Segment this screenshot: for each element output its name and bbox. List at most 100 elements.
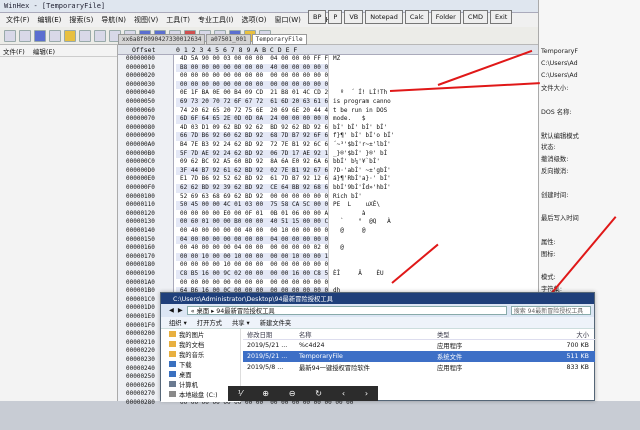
quick-button[interactable]: Folder [430,10,461,24]
offset-cell: 00000060 [126,106,155,114]
text-row[interactable] [333,279,391,288]
text-row[interactable]: is program canno [333,98,391,107]
text-row[interactable] [333,72,391,81]
text-row[interactable]: MZ [333,55,391,64]
text-row[interactable]: f}¶' bÍ' bÍ'o bÍ' [333,132,394,141]
file-tab[interactable]: TemporaryFile [251,34,307,45]
col-type[interactable]: 类型 [437,330,521,339]
image-viewer-toolbar: ⅟ ⊕ ⊖ ↻ ‹ › [228,386,378,401]
nav-item[interactable]: 我的音乐 [161,349,240,359]
left-file-menu[interactable]: 文件(F) [3,46,25,56]
back-arrow-icon[interactable]: ◀ [169,307,174,314]
text-row[interactable]: mode. $ [333,115,391,124]
text-row[interactable]: ´~³'$bÍ'r~±'lbÍ' [333,141,391,150]
file-row[interactable]: 2019/5/8 ... 最新94一键授权冒险软件 应用程序 833 KB [243,362,595,373]
text-row[interactable]: @ [333,244,391,253]
next-icon[interactable]: › [365,389,368,398]
explorer-toolbar: 组织 ▾ 打开方式 共享 ▾ 新建文件夹 [161,317,594,329]
offset-cell: 000000F0 [126,184,155,191]
nav-item-label: 我的图片 [179,331,205,339]
text-row[interactable]: PE L uXÊ\ [333,201,391,210]
quick-button[interactable]: BP [308,10,327,24]
nav-item-label: 计算机 [179,381,198,389]
print-icon[interactable] [49,29,61,42]
nav-item[interactable]: 我的文档 [161,339,240,349]
offset-cell: 00000090 [126,132,155,140]
offset-cell: 000001E0 [126,313,155,320]
rotate-icon[interactable]: ↻ [315,389,322,398]
directory-pane: 文件(F) 编辑(E) [0,45,118,401]
explorer-toolbar-button[interactable]: 新建文件夹 [260,318,291,327]
menu-item[interactable]: 工具(T) [162,15,194,25]
quick-button[interactable]: VB [344,10,364,24]
text-row[interactable]: _}®'$bÍ' }®' bÍ [333,150,387,159]
text-row[interactable] [333,64,391,73]
address-input[interactable]: « 桌面 ▸ 94最新冒险授权工具 [186,306,507,315]
nav-item[interactable]: 我的图片 [161,329,240,339]
search-input[interactable]: 搜索 94最新冒险授权工具 [510,306,591,315]
menu-item[interactable]: 专业工具(I) [194,15,238,25]
properties-icon[interactable] [64,29,76,42]
nav-item[interactable]: 桌面 [161,369,240,379]
quick-button[interactable]: Notepad [365,10,403,24]
offset-cell: 000000B0 [126,149,155,157]
actual-size-icon[interactable]: ⅟ [238,389,243,398]
menu-item[interactable]: 视图(V) [130,15,162,25]
save-icon[interactable] [34,29,46,42]
file-row[interactable]: 2019/5/21 ... %c4d24 应用程序 700 KB [243,340,595,351]
file-row[interactable]: 2019/5/21 ... TemporaryFile 系统文件 511 KB [243,351,595,362]
nav-item[interactable]: 下载 [161,359,240,369]
file-name: %c4d24 [299,342,325,349]
prev-icon[interactable]: ‹ [342,389,345,398]
col-size[interactable]: 大小 [521,330,595,339]
text-row[interactable]: t be run in DOS [333,107,391,116]
col-name[interactable]: 名称 [299,330,437,339]
text-row[interactable]: á}¶'RbÍ'a}·' bÍ' [333,175,391,184]
quick-button[interactable]: P [328,10,343,24]
file-tab[interactable]: xx6a8f0090427330012634 [118,34,206,45]
offset-cell: 000000E0 [126,175,155,183]
offset-cell: 00000080 [126,123,155,131]
menu-item[interactable]: 搜索(S) [65,15,97,25]
offset-cell: 00000220 [126,347,155,355]
text-row[interactable]: bbÍ' b¼'¥`bÍ' [333,158,380,167]
explorer-toolbar-button[interactable]: 组织 ▾ [169,318,187,327]
col-date[interactable]: 修改日期 [243,330,299,339]
menu-item[interactable]: 编辑(E) [34,15,66,25]
offset-cell: 00000100 [126,192,155,200]
text-row[interactable] [333,253,391,262]
menu-item[interactable]: 导航(N) [97,15,130,25]
menu-item[interactable]: 选项(O) [238,15,271,25]
text-row[interactable] [333,261,391,270]
forward-arrow-icon[interactable]: ▶ [178,307,183,314]
text-row[interactable]: Rich bÍ' [333,193,391,202]
text-row[interactable]: @ @ [333,227,398,236]
explorer-toolbar-button[interactable]: 共享 ▾ [232,318,250,327]
text-row[interactable] [333,236,391,245]
offset-cell: 00000070 [126,115,155,123]
search-placeholder: 搜索 94最新冒险授权工具 [513,308,584,315]
text-row[interactable]: º ´ Í! LÍ!Th [333,89,387,98]
quick-button[interactable]: Calc [404,10,429,24]
left-edit-menu[interactable]: 编辑(E) [33,46,55,56]
file-tab[interactable]: a07501_001 [206,34,251,45]
quick-button[interactable]: CMD [462,10,488,24]
explorer-toolbar-button[interactable]: 打开方式 [197,318,222,327]
undo-icon[interactable] [79,29,91,42]
open-file-icon[interactable] [19,29,31,42]
cut-icon[interactable] [94,29,106,42]
menu-item[interactable]: 窗口(W) [271,15,305,25]
quick-button[interactable]: Exit [490,10,513,24]
zoom-in-icon[interactable]: ⊕ [262,389,269,398]
text-row[interactable]: ` ° @Q À [333,218,394,227]
new-file-icon[interactable] [4,29,16,42]
text-row[interactable]: ÈÎ Ä ÈU [333,270,384,279]
text-row[interactable]: bbÍ'9bÍ'Îd»'hbÍ' [333,184,391,193]
explorer-address-bar: ◀ ▶ « 桌面 ▸ 94最新冒险授权工具 搜索 94最新冒险授权工具 [161,304,594,317]
zoom-out-icon[interactable]: ⊖ [289,389,296,398]
text-row[interactable]: à [333,210,402,219]
menu-item[interactable]: 文件(F) [2,15,34,25]
info-label: 创建时间: [541,191,569,199]
file-type: 应用程序 [437,365,463,372]
file-date: 2019/5/8 ... [247,364,284,371]
